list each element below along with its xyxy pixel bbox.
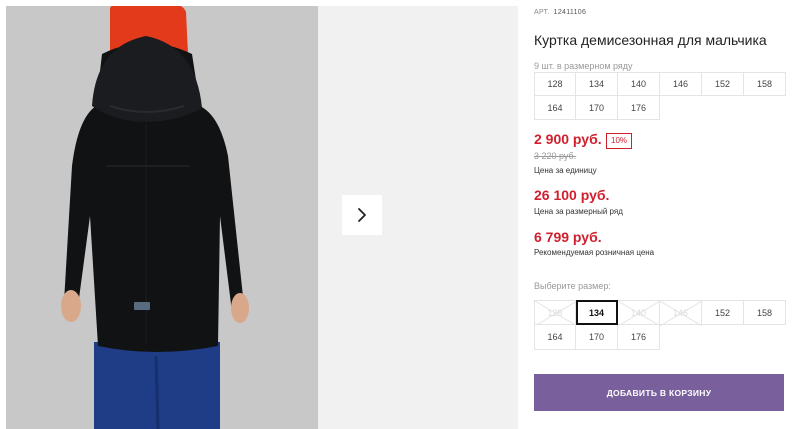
size-row-cell: 176: [618, 96, 660, 120]
row-price-label: Цена за размерный ряд: [534, 207, 623, 216]
size-row-cell: 158: [744, 72, 786, 96]
row-price: 26 100 руб.: [534, 187, 610, 203]
article-value: 12411106: [553, 9, 587, 16]
product-photo: [6, 6, 318, 429]
size-option[interactable]: 134: [576, 300, 618, 325]
size-option[interactable]: 170: [576, 325, 618, 350]
product-title: Куртка демисезонная для мальчика: [534, 32, 767, 48]
next-image-button[interactable]: [342, 195, 382, 235]
size-option: 146: [660, 300, 702, 326]
size-option-label: 146: [672, 307, 689, 318]
product-page: АРТ. 12411106 Куртка демисезонная для мал…: [0, 0, 800, 429]
chevron-right-icon: [358, 208, 366, 222]
size-option-label: 140: [630, 307, 647, 318]
size-row-info: 9 шт. в размерном ряду: [534, 61, 633, 71]
unit-price-label: Цена за единицу: [534, 166, 597, 175]
size-row-cell: 140: [618, 72, 660, 96]
size-row-cell: 170: [576, 96, 618, 120]
size-option[interactable]: 158: [744, 300, 786, 325]
product-info-panel: АРТ. 12411106 Куртка демисезонная для мал…: [534, 0, 794, 429]
choose-size-label: Выберите размер:: [534, 281, 611, 291]
size-option[interactable]: 152: [702, 300, 744, 325]
size-option[interactable]: 164: [534, 325, 576, 350]
retail-price: 6 799 руб.: [534, 229, 602, 245]
size-row-cell: 164: [534, 96, 576, 120]
article-label: АРТ.: [534, 9, 550, 16]
size-row-cell: 146: [660, 72, 702, 96]
old-price: 3 220 руб.: [534, 151, 577, 161]
discount-badge: 10%: [606, 133, 633, 149]
add-to-cart-button[interactable]: ДОБАВИТЬ В КОРЗИНУ: [534, 374, 784, 411]
jacket-photo-illustration: [6, 6, 318, 429]
retail-price-label: Рекомендуемая розничная цена: [534, 248, 655, 257]
size-option-label: 128: [547, 307, 563, 318]
size-option[interactable]: 176: [618, 325, 660, 350]
size-select-grid: 128 134 140 146 152 158 164 170 176: [534, 300, 786, 350]
size-row-cell: 128: [534, 72, 576, 96]
article-number: АРТ. 12411106: [534, 9, 586, 16]
size-row-grid: 128 134 140 146 152 158 164 170 176: [534, 72, 786, 120]
size-option: 128: [534, 300, 577, 326]
size-row-cell: 152: [702, 72, 744, 96]
size-row-cell: 134: [576, 72, 618, 96]
unit-price: 2 900 руб.: [534, 131, 602, 147]
size-option: 140: [618, 300, 660, 326]
